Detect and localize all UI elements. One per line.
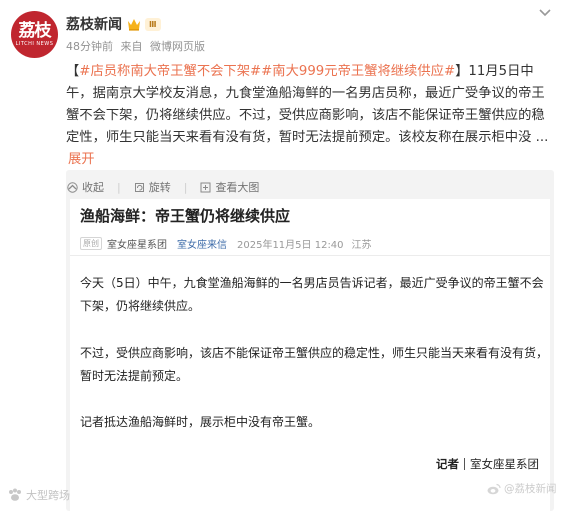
collapse-icon xyxy=(67,181,78,193)
signature-org: 室女座星系团 xyxy=(470,457,539,471)
watermark-right: @荔枝新闻 xyxy=(487,481,557,496)
article-location: 江苏 xyxy=(351,240,372,251)
crown-vip-icon xyxy=(128,18,140,31)
avatar-logo-subtext: LITCHI NEWS xyxy=(15,41,54,47)
article-source: 室女座星系团 xyxy=(107,240,167,251)
article-account: 室女座来信 xyxy=(177,240,227,251)
collapse-label: 收起 xyxy=(82,181,104,194)
article-image[interactable]: 渔船海鲜：帝王蟹仍将继续供应 原创 室女座星系团 室女座来信 2025年11月5… xyxy=(70,199,550,511)
topic-link-2[interactable]: #南大999元帝王蟹将继续供应# xyxy=(261,64,455,79)
article-paragraph-1: 今天（5日）中午，九食堂渔船海鲜的一名男店员告诉记者，最近广受争议的帝王蟹不会下… xyxy=(80,276,544,313)
author-row: 荔枝新闻 Ⅲ xyxy=(66,14,161,34)
rotate-icon xyxy=(134,182,144,192)
article-paragraph-2: 不过，受供应商影响，该店不能保证帝王蟹供应的稳定性，师生只能当天来看有没有货，暂… xyxy=(80,346,549,383)
avatar-logo-text: 荔枝 xyxy=(18,21,52,41)
avatar[interactable]: 荔枝 LITCHI NEWS xyxy=(11,11,58,58)
view-full-image-label: 查看大图 xyxy=(215,181,260,194)
zoom-icon xyxy=(200,182,211,192)
article-signature: 记者 室女座星系团 xyxy=(436,456,539,472)
article-meta: 原创 室女座星系团 室女座来信 2025年11月5日 12:40 江苏 xyxy=(80,236,372,251)
watermark-left: 大型跨场 xyxy=(7,487,70,503)
post-source-prefix: 来自 xyxy=(120,40,143,53)
rotate-label: 旋转 xyxy=(148,181,171,194)
article-paragraph-3: 记者抵达渔船海鲜时，展示柜中没有帝王蟹。 xyxy=(80,415,321,429)
author-name[interactable]: 荔枝新闻 xyxy=(66,14,122,34)
article-title: 渔船海鲜：帝王蟹仍将继续供应 xyxy=(80,207,291,225)
expand-link[interactable]: 展开 xyxy=(68,149,554,171)
article-divider xyxy=(70,255,550,256)
rank-badge: Ⅲ xyxy=(145,17,161,31)
paw-watermark-icon xyxy=(9,488,21,501)
watermark-left-text: 大型跨场 xyxy=(26,489,70,502)
post-source[interactable]: 微博网页版 xyxy=(150,40,205,53)
post-meta: 48分钟前 来自 微博网页版 xyxy=(66,38,209,54)
article-date: 2025年11月5日 12:40 xyxy=(237,240,344,251)
watermark-right-text: @荔枝新闻 xyxy=(504,483,557,495)
signature-divider xyxy=(464,458,465,470)
topic-link-1[interactable]: #店员称南大帝王蟹不会下架# xyxy=(79,64,261,79)
original-badge: 原创 xyxy=(80,237,102,250)
chevron-down-icon[interactable] xyxy=(538,8,552,18)
image-actions: 收起 | 旋转 | 查看大图 xyxy=(67,179,272,195)
collapse-button[interactable]: 收起 | xyxy=(67,179,121,195)
signature-label: 记者 xyxy=(436,457,459,471)
view-full-image-button[interactable]: 查看大图 xyxy=(200,179,259,195)
weibo-watermark-icon xyxy=(487,483,501,494)
post-body: 【#店员称南大帝王蟹不会下架##南大999元帝王蟹将继续供应#】11月5日中午，… xyxy=(66,61,554,171)
post-time[interactable]: 48分钟前 xyxy=(66,40,113,53)
rotate-button[interactable]: 旋转 | xyxy=(134,179,187,195)
